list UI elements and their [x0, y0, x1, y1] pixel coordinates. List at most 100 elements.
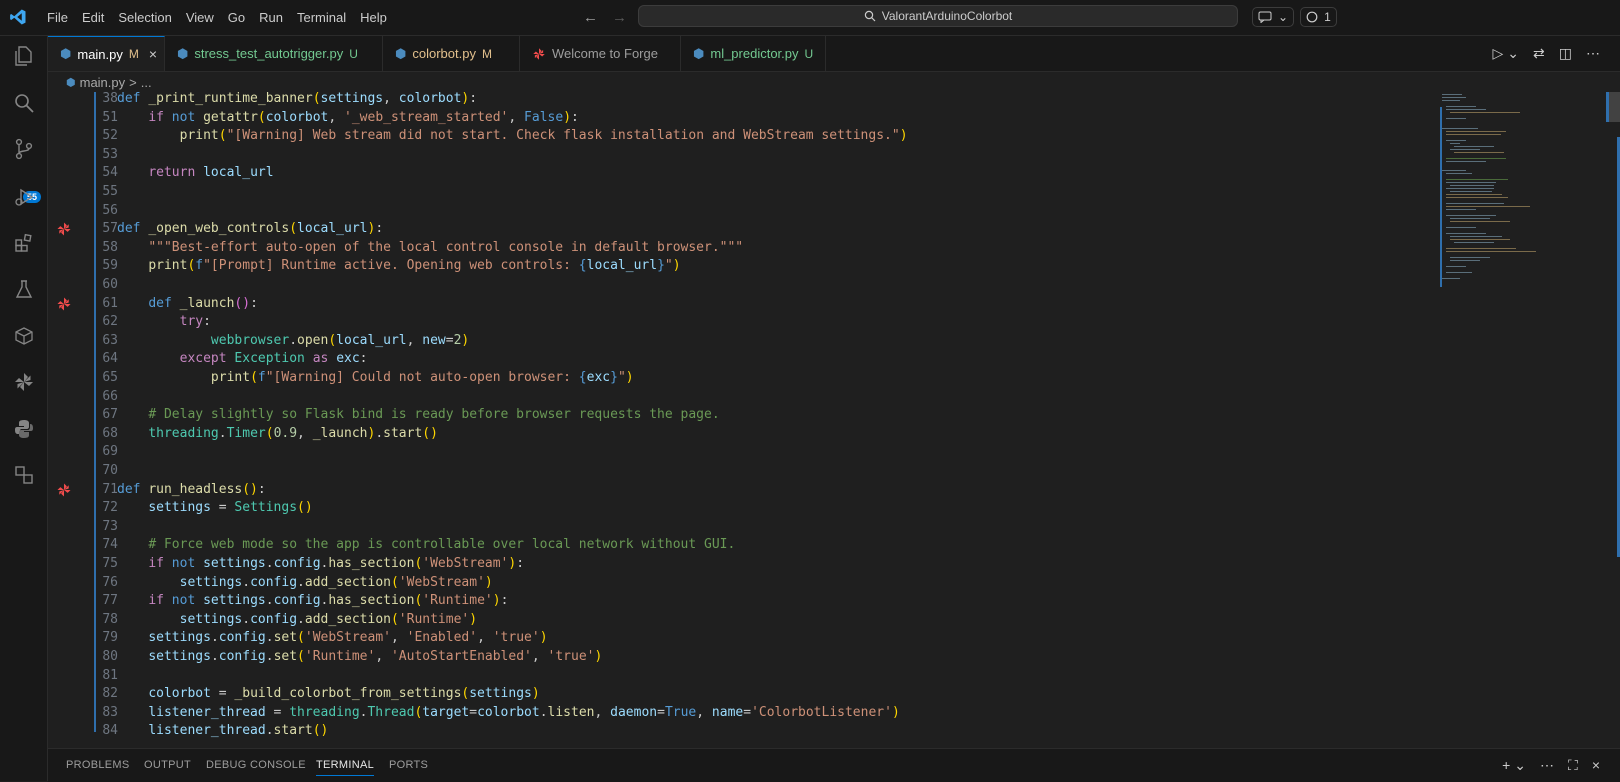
close-panel-icon[interactable]: ×	[1592, 757, 1600, 774]
menu-view[interactable]: View	[179, 10, 221, 25]
code-line[interactable]: 58 """Best-effort auto-open of the local…	[48, 238, 1448, 257]
new-terminal-icon[interactable]: +	[1502, 757, 1510, 774]
nav-arrows: ← →	[583, 9, 627, 26]
code-line[interactable]: 59 print(f"[Prompt] Runtime active. Open…	[48, 256, 1448, 275]
menu-go[interactable]: Go	[221, 10, 252, 25]
code-line[interactable]: 61 def _launch():	[48, 294, 1448, 313]
line-number: 59	[102, 258, 118, 274]
search-text: ValorantArduinoColorbot	[881, 9, 1013, 23]
code-line[interactable]: 77 if not settings.config.has_section('R…	[48, 591, 1448, 610]
code-line[interactable]: 82 colorbot = _build_colorbot_from_setti…	[48, 684, 1448, 703]
code-line[interactable]: 68 threading.Timer(0.9, _launch).start()	[48, 424, 1448, 443]
code-line[interactable]: 84 listener_thread.start()	[48, 721, 1448, 740]
tab-welcome-forge[interactable]: Welcome to Forge	[520, 36, 681, 71]
code-line[interactable]: 52 print("[Warning] Web stream did not s…	[48, 126, 1448, 145]
code-line[interactable]: 81	[48, 666, 1448, 685]
code-line[interactable]: 60	[48, 275, 1448, 294]
code-line[interactable]: 57 def _open_web_controls(local_url):	[48, 219, 1448, 238]
panel-tab-debug-console[interactable]: DEBUG CONSOLE	[206, 759, 306, 771]
menu-edit[interactable]: Edit	[75, 10, 111, 25]
code-text: def run_headless():	[117, 481, 266, 497]
maximize-panel-icon[interactable]: ⛶	[1568, 757, 1578, 774]
remote-explorer-icon[interactable]	[11, 462, 37, 488]
menu-run[interactable]: Run	[252, 10, 290, 25]
line-number: 75	[102, 556, 118, 571]
code-line[interactable]: 72 settings = Settings()	[48, 498, 1448, 517]
notifications-button[interactable]: 1	[1300, 7, 1337, 27]
code-line[interactable]: 73	[48, 517, 1448, 536]
containers-icon[interactable]	[11, 323, 37, 349]
command-center-search[interactable]: ValorantArduinoColorbot	[638, 5, 1238, 27]
code-line[interactable]: 62 try:	[48, 312, 1448, 331]
minimap[interactable]	[1440, 92, 1560, 292]
menu-help[interactable]: Help	[353, 10, 394, 25]
code-line[interactable]: 80 settings.config.set('Runtime', 'AutoS…	[48, 647, 1448, 666]
extensions-icon[interactable]	[11, 230, 37, 256]
panel-tab-ports[interactable]: PORTS	[389, 759, 428, 771]
panel-tab-output[interactable]: OUTPUT	[144, 759, 191, 771]
testing-flask-icon[interactable]	[11, 276, 37, 302]
code-line[interactable]: 66	[48, 387, 1448, 406]
menu-selection[interactable]: Selection	[111, 10, 178, 25]
code-line[interactable]: 71 def run_headless():	[48, 480, 1448, 499]
tab-ml-predictor[interactable]: ⬢ ml_predictor.py U	[681, 36, 826, 71]
tab-stress-test[interactable]: ⬢ stress_test_autotrigger.py U	[165, 36, 383, 71]
code-line[interactable]: 67 # Delay slightly so Flask bind is rea…	[48, 405, 1448, 424]
line-number: 62	[102, 314, 118, 330]
code-line[interactable]: 56	[48, 201, 1448, 220]
code-line[interactable]: 51 if not getattr(colorbot, '_web_stream…	[48, 108, 1448, 127]
run-file-icon[interactable]: ▷	[1493, 45, 1504, 62]
more-actions-icon[interactable]: ⋯	[1586, 45, 1600, 62]
code-line[interactable]: 54 return local_url	[48, 163, 1448, 182]
compare-changes-icon[interactable]: ⇄	[1533, 45, 1545, 62]
chevron-down-icon[interactable]: ⌄	[1514, 757, 1526, 774]
code-line[interactable]: 79 settings.config.set('WebStream', 'Ena…	[48, 628, 1448, 647]
code-line[interactable]: 64 except Exception as exc:	[48, 349, 1448, 368]
search-sidebar-icon[interactable]	[11, 90, 37, 116]
code-editor[interactable]: 38 def _print_runtime_banner(settings, co…	[48, 92, 1620, 747]
panel-tab-terminal[interactable]: TERMINAL	[316, 759, 375, 776]
chevron-down-icon[interactable]: ⌄	[1507, 45, 1519, 62]
breadcrumb-file[interactable]: main.py	[80, 75, 126, 90]
more-actions-icon[interactable]: ⋯	[1540, 757, 1554, 774]
code-line[interactable]: 78 settings.config.add_section('Runtime'…	[48, 610, 1448, 629]
chevron-down-icon[interactable]: ⌄	[1278, 10, 1288, 24]
line-number: 67	[102, 407, 118, 423]
close-icon[interactable]: ×	[149, 46, 157, 62]
forge-gutter-icon[interactable]	[56, 482, 72, 498]
code-line[interactable]: 65 print(f"[Warning] Could not auto-open…	[48, 368, 1448, 387]
code-line[interactable]: 63 webbrowser.open(local_url, new=2)	[48, 331, 1448, 350]
code-line[interactable]: 53	[48, 145, 1448, 164]
tab-colorbot-py[interactable]: ⬢ colorbot.py M	[383, 36, 520, 71]
code-text: except Exception as exc:	[179, 351, 368, 367]
line-number: 65	[102, 370, 118, 385]
python-file-icon: ⬢	[395, 45, 407, 61]
explorer-icon[interactable]	[11, 43, 37, 69]
forge-icon[interactable]	[11, 369, 37, 395]
forward-arrow-icon[interactable]: →	[612, 9, 627, 26]
forge-gutter-icon[interactable]	[56, 221, 72, 237]
split-editor-icon[interactable]: ◫	[1559, 45, 1572, 62]
panel-tab-problems[interactable]: PROBLEMS	[66, 759, 130, 771]
editor-scrollbar[interactable]	[1606, 92, 1620, 747]
menu-file[interactable]: File	[40, 10, 75, 25]
menu-terminal[interactable]: Terminal	[290, 10, 353, 25]
forge-gutter-icon[interactable]	[56, 296, 72, 312]
tab-main-py[interactable]: ⬢ main.py M ×	[48, 36, 165, 71]
back-arrow-icon[interactable]: ←	[583, 9, 598, 26]
code-text: threading.Timer(0.9, _launch).start()	[148, 425, 438, 441]
code-line[interactable]: 76 settings.config.add_section('WebStrea…	[48, 573, 1448, 592]
code-line[interactable]: 70	[48, 461, 1448, 480]
code-line[interactable]: 83 listener_thread = threading.Thread(ta…	[48, 703, 1448, 722]
code-line[interactable]: 74 # Force web mode so the app is contro…	[48, 535, 1448, 554]
code-text: listener_thread = threading.Thread(targe…	[148, 704, 900, 720]
code-line[interactable]: 69	[48, 442, 1448, 461]
code-line[interactable]: 55	[48, 182, 1448, 201]
run-debug-icon[interactable]	[11, 184, 37, 210]
code-line[interactable]: 75 if not settings.config.has_section('W…	[48, 554, 1448, 573]
source-control-icon[interactable]	[11, 136, 37, 162]
copilot-chat-button[interactable]: ⌄	[1252, 7, 1295, 27]
breadcrumb-more[interactable]: ...	[141, 75, 152, 90]
python-icon[interactable]	[11, 416, 37, 442]
code-line[interactable]: 38 def _print_runtime_banner(settings, co…	[48, 92, 1448, 108]
